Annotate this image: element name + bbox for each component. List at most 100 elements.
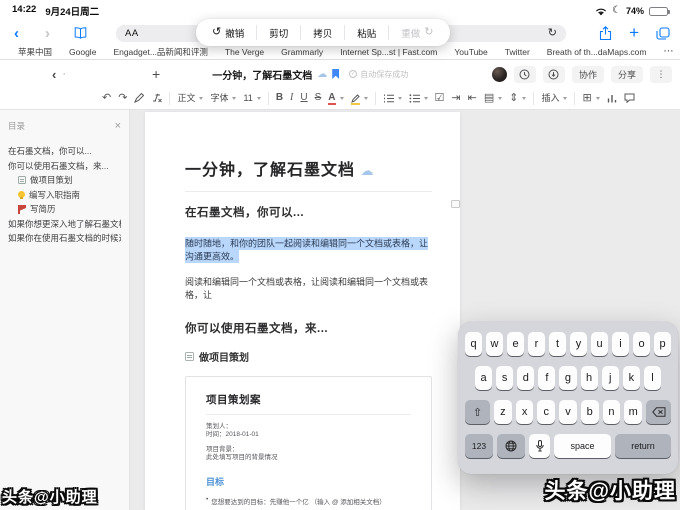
highlight-button[interactable] (350, 93, 368, 105)
chart-button[interactable] (607, 94, 617, 103)
globe-key[interactable] (497, 434, 525, 458)
doc-new-button[interactable]: + (152, 66, 160, 82)
document-page[interactable]: 一分钟，了解石墨文档 ☁ 在石墨文档，你可以... 随时随地，和你的团队一起阅读… (145, 112, 460, 510)
new-tab-plus-button[interactable]: + (629, 24, 639, 41)
format-painter-button[interactable] (134, 93, 145, 103)
selection-start-handle[interactable] (184, 229, 186, 239)
key-s[interactable]: s (496, 366, 514, 390)
italic-button[interactable]: I (290, 93, 293, 103)
reader-aa-button[interactable]: AA (125, 28, 139, 39)
forward-button[interactable]: › (41, 26, 54, 41)
key-i[interactable]: i (612, 332, 629, 356)
copy-menu-button[interactable]: 拷贝 (301, 19, 344, 46)
avatar[interactable] (491, 66, 507, 82)
outline-item[interactable]: 如果你在使用石墨文档的时候遇到问 (8, 231, 121, 246)
key-n[interactable]: n (602, 400, 621, 424)
outline-item[interactable]: 你可以使用石墨文档，来... (8, 159, 121, 174)
strikethrough-button[interactable]: S (315, 93, 322, 103)
bookmark-item[interactable]: Twitter (505, 47, 530, 57)
key-h[interactable]: h (580, 366, 598, 390)
undo-button[interactable]: ↶ (102, 92, 111, 104)
comment-indicator-icon[interactable] (451, 200, 460, 208)
bookmark-item[interactable]: Breath of th...daMaps.com (547, 47, 647, 57)
doc-list-item[interactable]: 做项目策划 (185, 349, 432, 364)
cut-menu-button[interactable]: 剪切 (257, 19, 300, 46)
bookmark-item[interactable]: Internet Sp...st | Fast.com (340, 47, 437, 57)
align-button[interactable]: ▤ (484, 92, 503, 104)
text-color-button[interactable]: A (328, 93, 344, 105)
close-icon[interactable]: × (115, 120, 121, 132)
line-spacing-button[interactable]: ⇕ (509, 92, 527, 104)
history-button[interactable] (513, 65, 536, 83)
key-w[interactable]: w (486, 332, 503, 356)
key-c[interactable]: c (537, 400, 556, 424)
more-button[interactable]: ⋮ (650, 65, 672, 83)
reload-button[interactable]: ↻ (548, 28, 557, 39)
outline-item[interactable]: 编写入职指南 (8, 188, 121, 203)
bookmark-item[interactable]: 苹果中国 (18, 46, 52, 58)
key-j[interactable]: j (601, 366, 619, 390)
key-a[interactable]: a (475, 366, 493, 390)
doc-back-button[interactable]: ‹ (52, 67, 56, 82)
key-b[interactable]: b (580, 400, 599, 424)
key-r[interactable]: r (528, 332, 545, 356)
bookmark-item[interactable]: Engadget...品新闻和评测 (113, 46, 207, 58)
underline-button[interactable]: U (300, 93, 307, 103)
numbers-key[interactable]: 123 (465, 434, 493, 458)
clear-format-button[interactable] (151, 93, 163, 103)
paste-menu-button[interactable]: 粘贴 (345, 19, 388, 46)
key-f[interactable]: f (538, 366, 556, 390)
ordered-list-button[interactable] (383, 94, 402, 103)
bookmark-flag-icon[interactable] (332, 69, 340, 79)
key-t[interactable]: t (549, 332, 566, 356)
key-g[interactable]: g (559, 366, 577, 390)
back-button[interactable]: ‹ (10, 26, 23, 41)
backspace-key[interactable] (646, 400, 672, 424)
bookmark-item[interactable]: YouTube (454, 47, 487, 57)
share-button[interactable]: 分享 (610, 65, 643, 83)
return-key[interactable]: return (615, 434, 671, 458)
share-icon[interactable] (599, 25, 612, 41)
bullet-list-button[interactable] (409, 93, 428, 103)
key-m[interactable]: m (624, 400, 643, 424)
key-v[interactable]: v (559, 400, 577, 424)
bookmark-item[interactable]: The Verge (225, 47, 264, 57)
indent-decrease-button[interactable]: ⇤ (468, 92, 477, 104)
key-l[interactable]: l (643, 366, 661, 390)
outline-item[interactable]: 在石墨文档，你可以... (8, 144, 121, 159)
embedded-doc-card[interactable]: 项目策划案 策划人： 时间：2018-01-01 项目背景： 此处填写项目的背景… (185, 376, 432, 510)
table-button[interactable]: ⊞ (582, 92, 600, 104)
tabs-icon[interactable] (656, 26, 670, 40)
checklist-button[interactable]: ☑ (435, 92, 445, 104)
key-p[interactable]: p (654, 332, 671, 356)
dictation-mic-key[interactable] (529, 434, 550, 458)
collaborate-button[interactable]: 协作 (571, 65, 604, 83)
style-dropdown[interactable]: 正文 (177, 93, 204, 103)
bookmark-item[interactable]: Grammarly (281, 47, 323, 57)
key-z[interactable]: z (494, 400, 512, 424)
export-button[interactable] (542, 65, 565, 83)
bookmarks-icon[interactable] (74, 27, 87, 39)
selected-paragraph[interactable]: 随时随地，和你的团队一起阅读和编辑同一个文档或表格，让沟通更高效。 (185, 236, 433, 263)
bookmark-item[interactable]: Google (69, 47, 96, 57)
selection-end-handle[interactable] (436, 235, 438, 245)
space-key[interactable]: space (554, 434, 611, 458)
key-e[interactable]: e (507, 332, 524, 356)
bookmarks-overflow-button[interactable]: ⋯ (664, 46, 674, 57)
shift-key[interactable]: ⇧ (465, 400, 490, 424)
outline-item[interactable]: 写简历 (8, 202, 121, 217)
font-dropdown[interactable]: 字体 (210, 93, 237, 103)
key-q[interactable]: q (465, 332, 482, 356)
redo-button[interactable]: ↷ (118, 92, 127, 104)
undo-menu-button[interactable]: ↺ 撤销 (200, 19, 256, 46)
outline-item[interactable]: 做项目策划 (8, 173, 121, 188)
bold-button[interactable]: B (276, 93, 283, 103)
key-y[interactable]: y (570, 332, 587, 356)
key-u[interactable]: u (591, 332, 608, 356)
comment-button[interactable] (624, 93, 635, 103)
doc-paragraph[interactable]: 阅读和编辑同一个文档或表格，让阅读和编辑同一个文档或表格，让 (185, 275, 432, 301)
key-o[interactable]: o (633, 332, 650, 356)
size-dropdown[interactable]: 11 (243, 93, 261, 103)
outline-item[interactable]: 如果你想更深入地了解石墨文档... (8, 217, 121, 232)
insert-dropdown[interactable]: 插入 (541, 93, 568, 103)
